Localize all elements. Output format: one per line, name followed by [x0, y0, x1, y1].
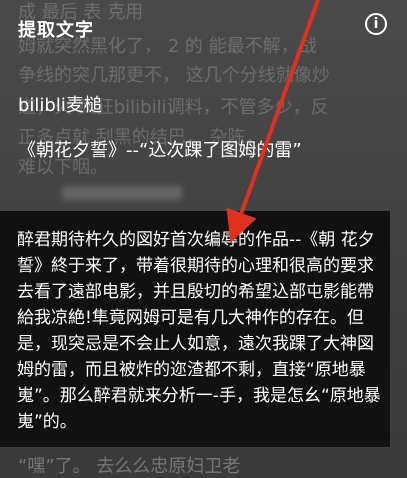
red-arrow-annotation — [226, 0, 320, 244]
